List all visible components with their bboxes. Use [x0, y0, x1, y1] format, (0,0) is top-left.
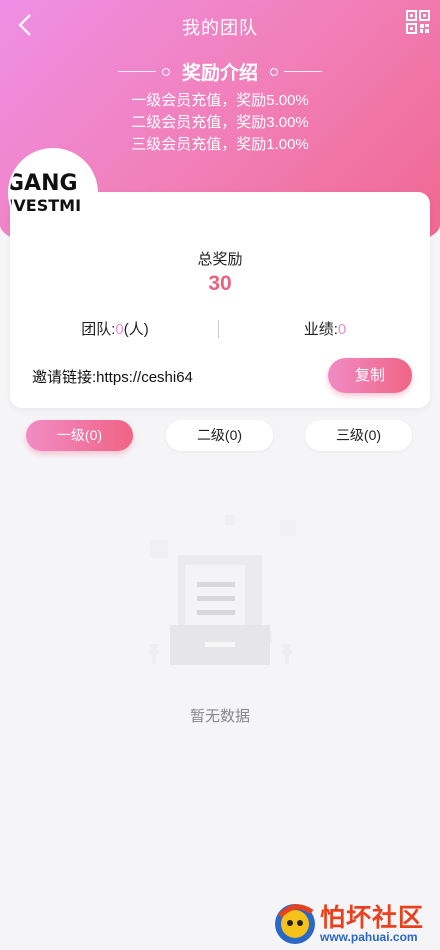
total-reward-value: 30	[208, 272, 232, 295]
qr-code-icon	[406, 10, 430, 34]
stats-row: 团队:0(人) 业绩:0	[10, 318, 430, 340]
avatar-logo-line-2: NVESTMI	[8, 196, 82, 215]
stats-divider	[218, 320, 219, 338]
level-tabs: 一级(0) 二级(0) 三级(0)	[0, 420, 440, 452]
watermark: 怕坏社区 www.pahuai.com	[268, 896, 440, 950]
reward-rules: 一级会员充值，奖励5.00% 二级会员充值，奖励3.00% 三级会员充值，奖励1…	[0, 90, 440, 156]
empty-state-text: 暂无数据	[189, 708, 250, 725]
page-title: 我的团队	[182, 18, 258, 38]
invite-link-row: 邀请链接:https://ceshi64	[32, 366, 193, 387]
reward-rule-level-1: 一级会员充值，奖励5.00%	[131, 92, 309, 109]
tab-level-3[interactable]: 三级(0)	[305, 420, 412, 451]
invite-link[interactable]: https://ceshi64	[96, 369, 193, 386]
avatar-logo: GANG NVESTMI	[8, 171, 96, 216]
empty-state-illustration	[130, 510, 310, 680]
decorative-circle-left	[161, 67, 170, 76]
reward-title-row: 奖励介绍	[0, 58, 440, 85]
watermark-logo-icon	[275, 904, 315, 944]
decorative-line-right	[284, 71, 322, 72]
copy-button[interactable]: 复制	[328, 358, 412, 393]
watermark-text: 怕坏社区	[320, 903, 425, 932]
qr-code-button[interactable]	[406, 10, 430, 34]
tab-level-1[interactable]: 一级(0)	[26, 420, 133, 451]
avatar-logo-line-1: GANG	[8, 171, 78, 196]
performance-stat: 业绩:0	[220, 318, 430, 340]
team-count: 0	[115, 321, 124, 338]
empty-document-icon	[148, 515, 296, 665]
team-label: 团队:	[81, 321, 116, 338]
total-reward-label: 总奖励	[197, 251, 243, 268]
performance-value: 0	[337, 321, 347, 338]
watermark-url: www.pahuai.com	[320, 930, 418, 944]
tab-level-2[interactable]: 二级(0)	[166, 420, 273, 451]
decorative-line-left	[117, 71, 156, 72]
reward-rule-level-2: 二级会员充值，奖励3.00%	[131, 114, 309, 131]
team-unit: (人)	[123, 321, 149, 338]
invite-label: 邀请链接:	[32, 369, 97, 386]
team-stat: 团队:0(人)	[10, 318, 220, 340]
reward-title: 奖励介绍	[181, 63, 258, 84]
performance-label: 业绩:	[303, 321, 338, 338]
avatar: GANG NVESTMI	[8, 148, 98, 238]
decorative-circle-right	[270, 67, 278, 76]
